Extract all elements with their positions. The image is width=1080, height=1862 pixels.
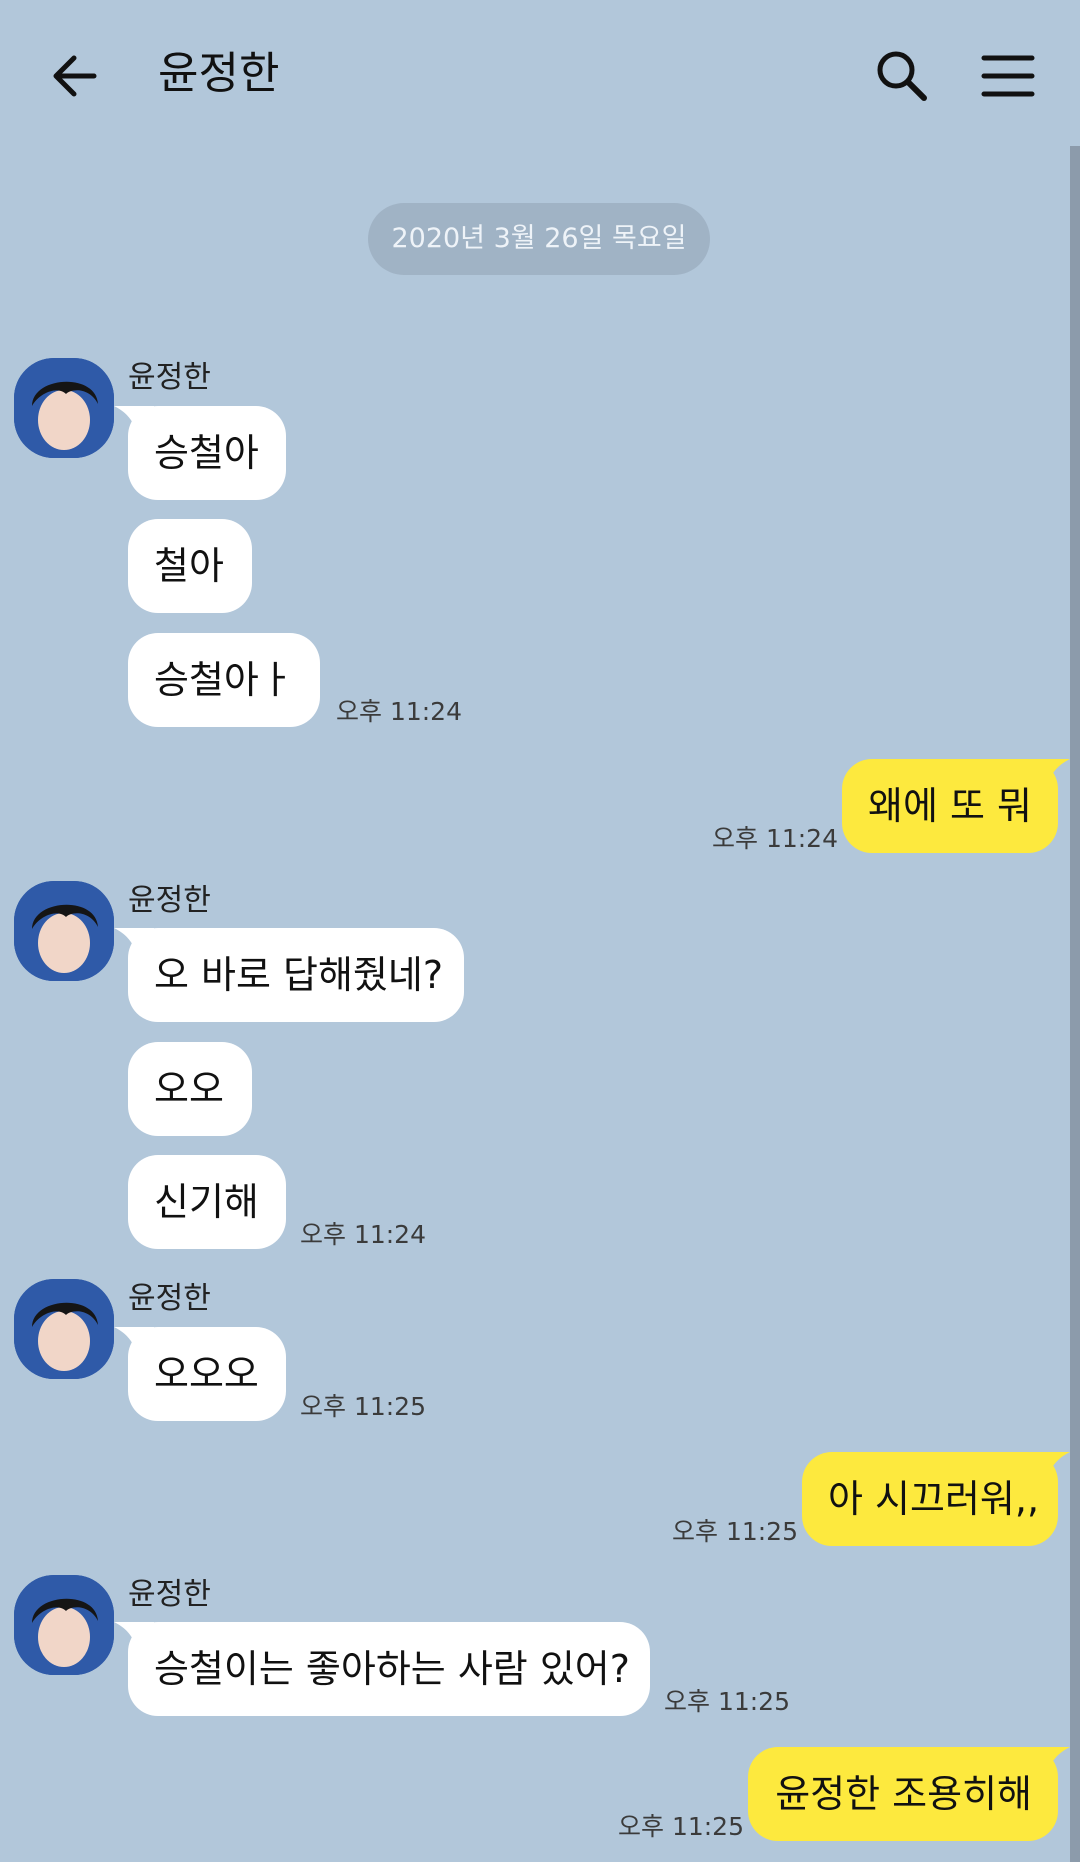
message-bubble[interactable]: 신기해: [128, 1155, 286, 1249]
message-bubble[interactable]: 승철이는 좋아하는 사람 있어?: [114, 1622, 650, 1716]
message-text: 오오: [154, 1067, 224, 1111]
search-button[interactable]: [870, 44, 934, 108]
message-time: 오후 11:24: [712, 824, 838, 853]
sender-name: 윤정한: [128, 1577, 211, 1612]
message-bubble[interactable]: 윤정한 조용히해: [748, 1747, 1070, 1841]
chat-header: 윤정한: [0, 0, 1080, 150]
message-time: 오후 11:24: [336, 697, 462, 726]
message-time: 오후 11:25: [618, 1812, 744, 1841]
message-text: 승철아ㅏ: [154, 658, 294, 702]
message-text: 신기해: [154, 1180, 259, 1224]
sender-name: 윤정한: [128, 360, 211, 395]
message-text: 오 바로 답해줬네?: [154, 953, 444, 997]
message-text: 철아: [154, 544, 224, 588]
message-text: 승철아: [154, 431, 259, 475]
message-time: 오후 11:25: [664, 1687, 790, 1716]
message-bubble[interactable]: 오오: [128, 1042, 252, 1136]
search-icon: [877, 51, 927, 101]
message-time: 오후 11:25: [672, 1517, 798, 1546]
back-arrow-icon: [53, 55, 97, 97]
scrollbar[interactable]: [1070, 146, 1080, 1862]
message-time: 오후 11:24: [300, 1220, 426, 1249]
sender-name: 윤정한: [128, 1281, 211, 1316]
message-bubble[interactable]: 아 시끄러워,,: [802, 1452, 1070, 1546]
date-divider: 2020년 3월 26일 목요일: [368, 203, 710, 275]
back-button[interactable]: [44, 44, 108, 108]
message-text: 승철이는 좋아하는 사람 있어?: [154, 1647, 630, 1691]
message-text: 오오오: [154, 1352, 259, 1396]
sender-name: 윤정한: [128, 883, 211, 918]
message-time: 오후 11:25: [300, 1392, 426, 1421]
menu-icon: [981, 55, 1035, 97]
message-bubble[interactable]: 왜에 또 뭐: [842, 759, 1070, 853]
avatar[interactable]: [14, 358, 114, 458]
avatar[interactable]: [14, 1279, 114, 1379]
avatar[interactable]: [14, 881, 114, 981]
message-bubble[interactable]: 오오오: [114, 1327, 286, 1421]
message-text: 왜에 또 뭐: [868, 784, 1032, 828]
message-bubble[interactable]: 승철아: [114, 406, 286, 500]
message-text: 윤정한 조용히해: [775, 1772, 1032, 1816]
message-bubble[interactable]: 승철아ㅏ: [128, 633, 320, 727]
message-text: 아 시끄러워,,: [828, 1477, 1040, 1521]
avatar[interactable]: [14, 1575, 114, 1675]
message-bubble[interactable]: 오 바로 답해줬네?: [114, 928, 464, 1022]
message-bubble[interactable]: 철아: [128, 519, 252, 613]
menu-button[interactable]: [976, 44, 1040, 108]
chat-title: 윤정한: [158, 48, 280, 99]
